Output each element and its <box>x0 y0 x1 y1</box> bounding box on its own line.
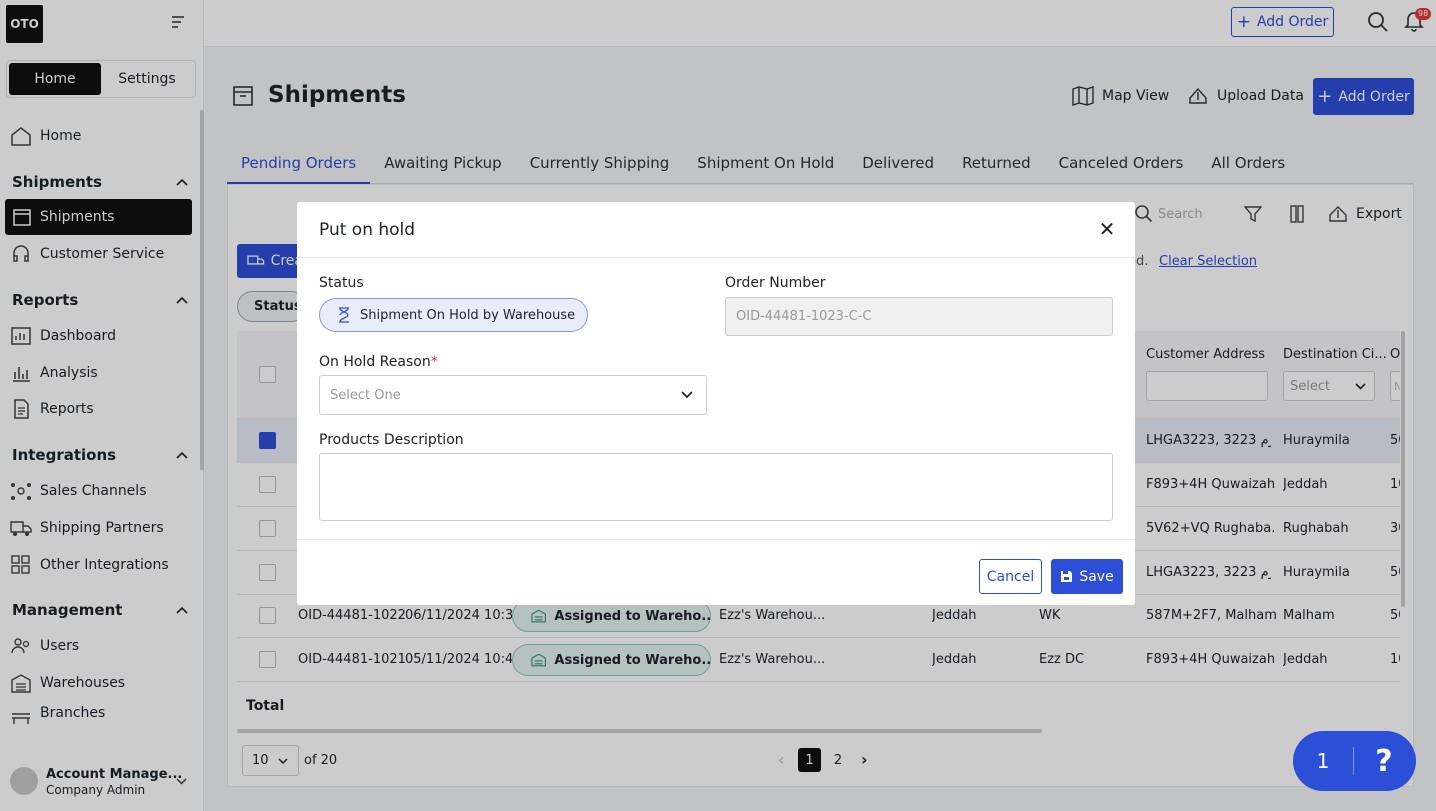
modal-footer: Cancel Save <box>297 539 1135 605</box>
close-icon[interactable]: ✕ <box>1097 219 1117 239</box>
button-label: Cancel <box>986 568 1035 585</box>
reason-label-text: On Hold Reason <box>319 354 431 370</box>
required-mark: * <box>430 354 438 370</box>
status-value-pill: Shipment On Hold by Warehouse <box>319 298 588 332</box>
on-hold-reason-label: On Hold Reason* <box>319 354 438 370</box>
help-count: 1 <box>1316 749 1330 773</box>
put-on-hold-modal: Put on hold ✕ Status Shipment On Hold by… <box>297 202 1135 605</box>
products-description-label: Products Description <box>319 432 464 448</box>
save-icon <box>1061 571 1073 582</box>
status-value: Shipment On Hold by Warehouse <box>360 307 576 323</box>
button-label: Save <box>1079 568 1114 585</box>
status-label: Status <box>319 275 364 291</box>
order-number-field: OID-44481-1023-C-C <box>725 297 1113 336</box>
cancel-button[interactable]: Cancel <box>979 559 1042 594</box>
on-hold-reason-select[interactable]: Select One <box>319 375 707 415</box>
products-description-textarea[interactable] <box>319 453 1113 521</box>
help-widget[interactable]: 1 ? <box>1293 731 1416 791</box>
hourglass-icon <box>339 307 349 323</box>
question-icon: ? <box>1375 743 1393 779</box>
modal-title: Put on hold <box>319 219 416 240</box>
reason-placeholder: Select One <box>330 387 401 403</box>
modal-header: Put on hold <box>297 202 1135 258</box>
save-button[interactable]: Save <box>1051 559 1123 594</box>
chevron-down-icon <box>681 391 693 399</box>
order-number-label: Order Number <box>725 275 826 291</box>
